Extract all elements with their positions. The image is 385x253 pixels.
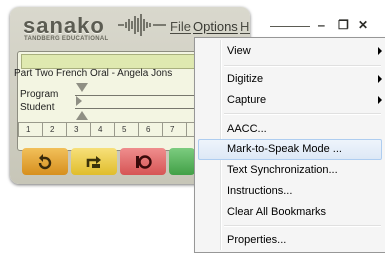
menu-item-digitize[interactable]: Digitize [198,69,382,89]
bookmark-tick[interactable]: 6 [138,123,150,136]
bookmark-tick[interactable]: 5 [114,123,126,136]
bookmark-tick[interactable]: 4 [90,123,102,136]
menu-item-instructions[interactable]: Instructions... [198,181,382,201]
bookmark-tick[interactable]: 1 [18,123,30,136]
track-title: Part Two French Oral - Angela Jons [14,68,173,79]
repeat-button[interactable] [22,148,68,175]
logo-subtitle: TANDBERG EDUCATIONAL [24,36,109,42]
record-stop-icon [136,154,152,169]
loop-icon [38,153,52,169]
menu-file[interactable]: File [170,19,191,34]
menu-item-clear-bookmarks[interactable]: Clear All Bookmarks [198,202,382,222]
submenu-arrow-icon [378,75,382,83]
menu-separator [224,113,381,115]
menu-item-capture[interactable]: Capture [198,90,382,110]
program-label: Program [20,89,59,100]
close-button[interactable]: ✕ [358,18,368,32]
minimize-button[interactable]: ‒ [318,18,325,32]
title-divider [270,26,310,27]
menu-options[interactable]: Options [193,19,238,34]
bookmark-tick[interactable]: 7 [162,123,174,136]
compare-icon [86,155,101,168]
submenu-arrow-icon [378,47,382,55]
record-button[interactable] [120,148,166,175]
submenu-arrow-icon [378,96,382,104]
menu-item-aacc[interactable]: AACC... [198,119,382,139]
options-menu: View Digitize Capture AACC... Mark-to-Sp… [194,37,385,253]
waveform-icon [118,14,166,36]
position-marker-bottom[interactable] [76,111,88,120]
position-marker-top[interactable] [76,83,88,92]
menu-item-mark-to-speak[interactable]: Mark-to-Speak Mode ... [198,139,382,160]
bookmark-tick[interactable]: 3 [66,123,78,136]
restore-button[interactable]: ❐ [338,18,349,32]
menu-item-properties[interactable]: Properties... [198,230,382,250]
student-label: Student [20,102,55,113]
position-marker-mid[interactable] [76,96,82,106]
menu-item-view[interactable]: View [198,41,382,61]
play-button[interactable] [169,148,195,175]
bookmark-tick[interactable]: 2 [42,123,54,136]
bookmark-tick [186,123,187,136]
menu-separator [224,65,381,67]
menu-help[interactable]: Help [240,19,250,34]
menu-item-text-sync[interactable]: Text Synchronization... [198,160,382,180]
compare-button[interactable] [71,148,117,175]
menu-separator [224,225,381,227]
